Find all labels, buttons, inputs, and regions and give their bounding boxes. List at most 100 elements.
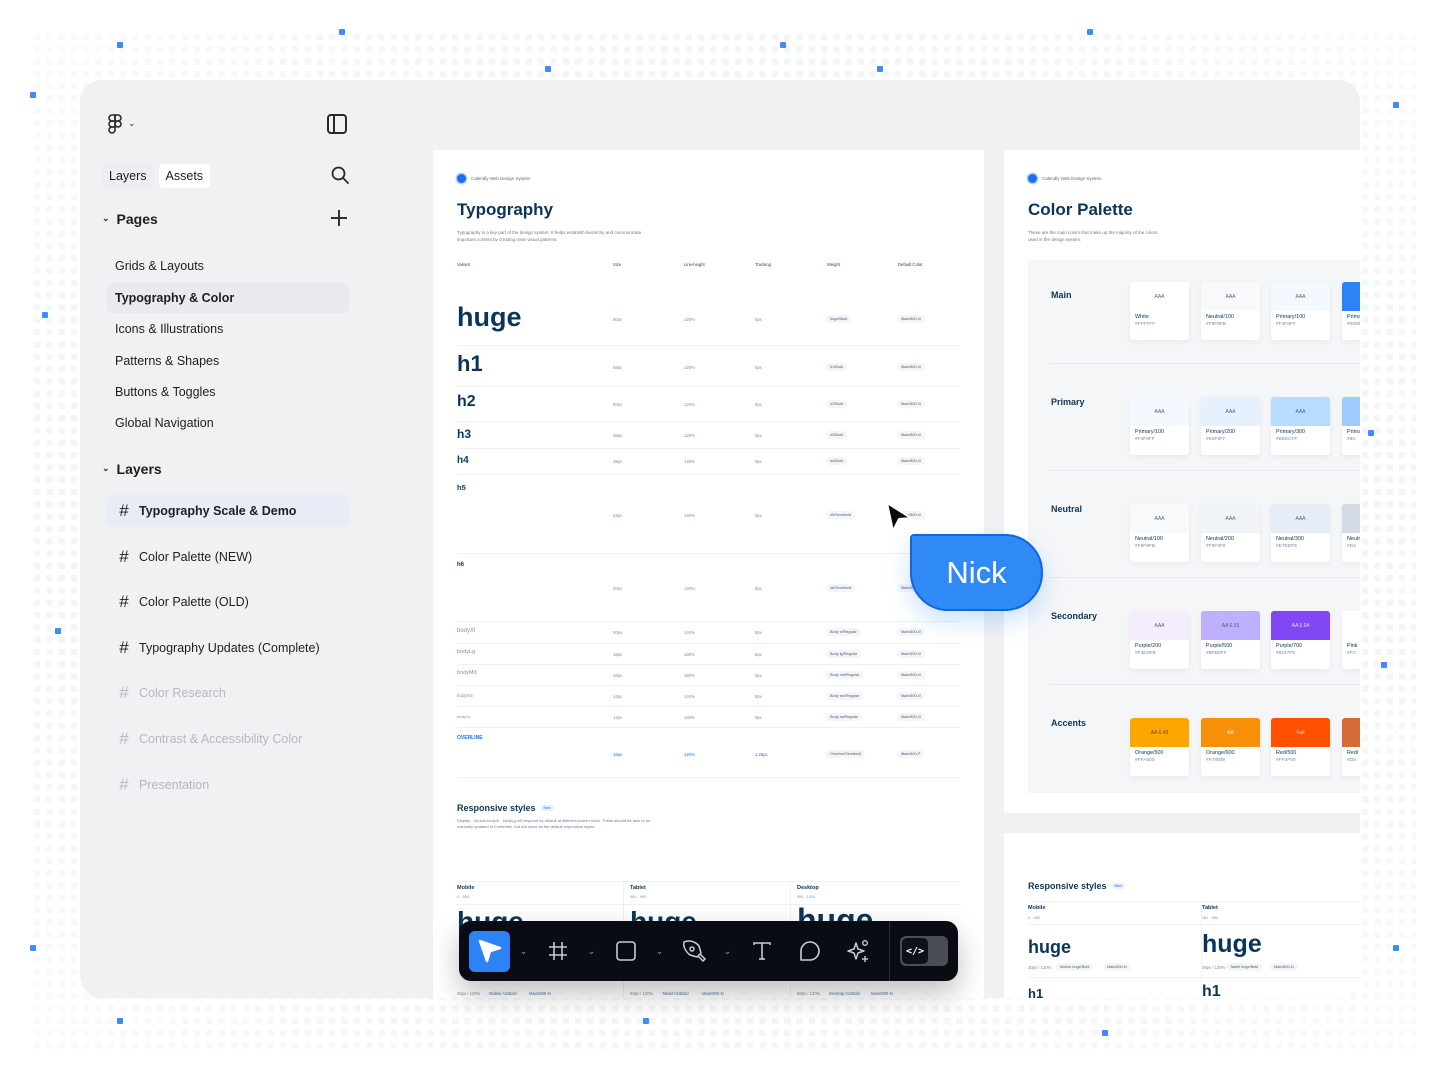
size-value: 50px [613, 402, 623, 407]
dev-mode-toggle[interactable]: </> [900, 936, 948, 966]
page-item-buttons-toggles[interactable]: Buttons & Toggles [107, 377, 349, 407]
text-tool-button[interactable] [741, 931, 782, 972]
color-swatch[interactable]: AA Orange/600 #F79009 [1201, 718, 1260, 776]
layer-label: Color Palette (NEW) [139, 550, 253, 564]
color-value: Main/800-N [897, 431, 925, 439]
search-icon[interactable] [331, 166, 349, 184]
color-swatch[interactable]: Neutral/400 #D4 [1342, 504, 1360, 562]
tracking-value: 0px [755, 513, 762, 518]
color-swatch[interactable]: Fail Red/500 #FF4F00 [1271, 718, 1330, 776]
page-item-grids-layouts[interactable]: Grids & Layouts [107, 251, 349, 281]
color-swatch[interactable]: AAA Neutral/200 #F0F3F8 [1201, 504, 1260, 562]
swatch-color-chip [1342, 282, 1360, 311]
responsive-styles-title: Responsive styles New [1028, 881, 1125, 891]
cursor-arrow-icon [478, 939, 501, 963]
color-swatch[interactable]: AAA Purple/200 #F3EDFE [1130, 611, 1189, 669]
weight-value: Overline/Semibold [826, 750, 866, 758]
layers-section-header[interactable]: ⌄ Layers [102, 461, 162, 477]
add-page-icon[interactable] [331, 210, 347, 226]
weight-value: huge/Bold [826, 315, 852, 323]
color-swatch[interactable]: AA 6.53 Purple/500 #BFB0FF [1201, 611, 1260, 669]
color-group-label: Neutral [1051, 504, 1083, 514]
color-swatch[interactable]: Primary/400 #8C [1342, 397, 1360, 455]
color-palette-frame[interactable]: Calendly Web Design System Color Palette… [1004, 150, 1360, 813]
size-value: 24px [613, 513, 623, 518]
divider [1028, 924, 1360, 925]
line-height-value: 140% [684, 586, 695, 591]
frame-tool-button[interactable] [537, 931, 578, 972]
color-swatch[interactable]: AAA Neutral/100 #F8F9FB [1201, 282, 1260, 340]
color-swatch[interactable]: AAA White #FFFFFF [1130, 282, 1189, 340]
pages-section-header[interactable]: ⌄ Pages [102, 211, 158, 227]
line-height-value: 120% [684, 433, 695, 438]
column-header: Tracking [755, 262, 771, 267]
layer-item[interactable]: # Color Palette (NEW) [107, 541, 349, 573]
tab-assets[interactable]: Assets [158, 164, 211, 188]
tracking-value: 1.25px [755, 752, 768, 757]
sample-h1-mobile: h1 [1028, 986, 1044, 998]
line-height-value: 140% [684, 694, 695, 699]
line-height-value: 150% [684, 715, 695, 720]
tracking-value: 0px [755, 586, 762, 591]
layer-item[interactable]: # Typography Scale & Demo [107, 495, 349, 527]
color-swatch[interactable]: AAA Primary/300 #B8DCFF [1271, 397, 1330, 455]
color-swatch[interactable]: AAA Neutral/300 #E7EDF6 [1271, 504, 1330, 562]
size-value: 20px [613, 630, 623, 635]
color-swatch[interactable]: AA 6.43 Orange/500 #FFA600 [1130, 718, 1189, 776]
responsive-styles-frame[interactable]: Responsive styles New Mobile 0 - 480 Tab… [1004, 833, 1360, 998]
col-mobile-range: 0 - 480 [457, 895, 469, 899]
weight-value: h2/Bold [826, 400, 847, 408]
page-item-typography-color[interactable]: Typography & Color [107, 283, 349, 313]
col-mobile: Mobile [1028, 905, 1046, 911]
frame-description: These are the main colors that make up t… [1028, 230, 1158, 242]
move-tool-button[interactable] [469, 930, 510, 972]
shape-tool-menu-chevron-icon[interactable]: ⌄ [646, 931, 673, 972]
color-swatch[interactable]: Primary/500 #006BFF [1342, 282, 1360, 340]
layer-item[interactable]: # Typography Updates (Complete) [107, 632, 349, 664]
h1-weight-mobile: Mobile h1/Bold [489, 991, 517, 996]
pen-tool-menu-chevron-icon[interactable]: ⌄ [714, 931, 741, 972]
comment-bubble-icon [799, 941, 820, 961]
swatch-name: Pink [1347, 643, 1358, 649]
weight-value: Body xs/Regular [826, 713, 862, 721]
pen-tool-button[interactable] [673, 931, 714, 972]
actions-ai-button[interactable] [837, 931, 878, 972]
color-swatch[interactable]: Pink #FC [1342, 611, 1360, 669]
h1-meta-mobile: 30px / 120% [457, 991, 481, 996]
divider [1050, 363, 1360, 364]
line-height-value: 140% [684, 459, 695, 464]
comment-tool-button[interactable] [789, 931, 830, 972]
color-swatch[interactable]: AA 5.04 Purple/700 #8247F5 [1271, 611, 1330, 669]
size-value: 12px [613, 715, 623, 720]
frame-tool-menu-chevron-icon[interactable]: ⌄ [578, 931, 605, 972]
sidebar-toggle-icon[interactable] [327, 114, 347, 134]
color-swatch[interactable]: AAA Primary/200 #E6F0FF [1201, 397, 1260, 455]
variant-sample: h1 [457, 351, 483, 376]
typography-frame[interactable]: Calendly Web Design System Typography Ty… [433, 150, 984, 998]
color-value: Main/600-N [897, 650, 925, 658]
color-group-label: Primary [1051, 397, 1085, 407]
layer-item[interactable]: # Color Research [107, 677, 349, 709]
page-item-global-navigation[interactable]: Global Navigation [107, 408, 349, 438]
tab-layers[interactable]: Layers [102, 164, 154, 188]
page-item-patterns-shapes[interactable]: Patterns & Shapes [107, 346, 349, 376]
rectangle-icon [615, 941, 636, 961]
background-dot [117, 1018, 123, 1024]
layer-label: Color Palette (OLD) [139, 595, 249, 609]
background-dot [1368, 430, 1374, 436]
swatch-hex: #F8F9FB [1206, 322, 1226, 327]
shape-tool-button[interactable] [605, 931, 646, 972]
swatch-hex: #FC [1347, 651, 1357, 656]
layer-item[interactable]: # Color Palette (OLD) [107, 586, 349, 618]
page-item-icons-illustrations[interactable]: Icons & Illustrations [107, 314, 349, 344]
variant-sample: h3 [457, 427, 472, 441]
color-swatch[interactable]: AAA Neutral/100 #F8F9FB [1130, 504, 1189, 562]
color-swatch[interactable]: AAA Primary/100 #F4F8FF [1130, 397, 1189, 455]
main-menu-button[interactable]: ⌄ [108, 114, 136, 134]
layer-item[interactable]: # Contrast & Accessibility Color [107, 723, 349, 755]
color-swatch[interactable]: Red/ #D5 [1342, 718, 1360, 776]
design-canvas[interactable]: Calendly Web Design System Typography Ty… [370, 80, 1360, 998]
color-swatch[interactable]: AAA Primary/100 #F4F8FF [1271, 282, 1330, 340]
move-tool-menu-chevron-icon[interactable]: ⌄ [510, 931, 537, 972]
layer-item[interactable]: # Presentation [107, 769, 349, 801]
